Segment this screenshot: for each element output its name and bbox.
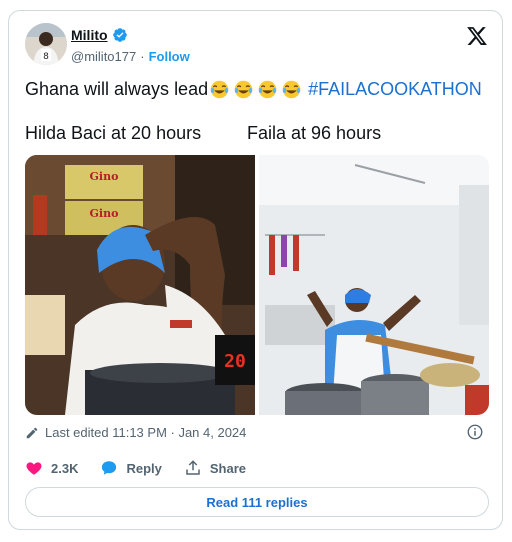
action-bar: 2.3K Reply Share [25,459,268,477]
heart-icon [26,462,42,475]
read-replies-button[interactable]: Read 111 replies [25,487,489,517]
like-count: 2.3K [51,460,79,476]
photo-left[interactable]: Gino Gino 20 [25,155,255,415]
reply-button[interactable]: Reply [100,459,162,477]
tweet-body: Ghana will always lead #FAILACOOKATHON [25,77,482,101]
tears-of-joy-emoji-icon [210,80,229,98]
product-sign-2: Gino [90,207,119,220]
edited-info[interactable]: Last edited 11:13 PM · Jan 4, 2024 [25,425,246,440]
product-sign-1: Gino [90,170,119,183]
share-label: Share [209,460,247,476]
reply-label: Reply [126,460,162,476]
photo-right[interactable] [259,155,489,415]
tears-of-joy-emoji-icon [258,80,277,98]
caption-left: Hilda Baci at 20 hours [25,123,202,143]
author-name[interactable]: Milito [71,27,108,43]
separator-dot: · [140,49,145,64]
tweet-card: 8 Milito @milito177 · Follow Ghana will … [8,10,503,530]
avatar[interactable]: 8 [25,23,67,65]
caption-right: Faila at 96 hours [247,123,382,143]
share-icon [186,460,200,475]
edited-text: Last edited 11:13 PM · Jan 4, 2024 [45,425,247,440]
share-button[interactable]: Share [184,459,246,477]
x-logo-icon[interactable] [466,25,488,47]
verified-badge-icon [112,28,127,42]
tears-of-joy-emoji-icon [282,80,301,98]
svg-text:8: 8 [43,52,49,62]
tweet-text: Ghana will always lead [25,79,209,99]
pencil-icon [26,427,38,438]
follow-button[interactable]: Follow [149,49,190,64]
tears-of-joy-emoji-icon [234,80,253,98]
author-handle[interactable]: @milito177 [71,49,136,64]
reply-bubble-icon [102,461,117,475]
hashtag-link[interactable]: #FAILACOOKATHON [308,77,482,101]
media-grid[interactable]: Gino Gino 20 [25,155,489,415]
countdown-clock: 20 [224,351,246,372]
info-icon[interactable] [466,423,484,441]
like-button[interactable]: 2.3K [25,459,78,477]
